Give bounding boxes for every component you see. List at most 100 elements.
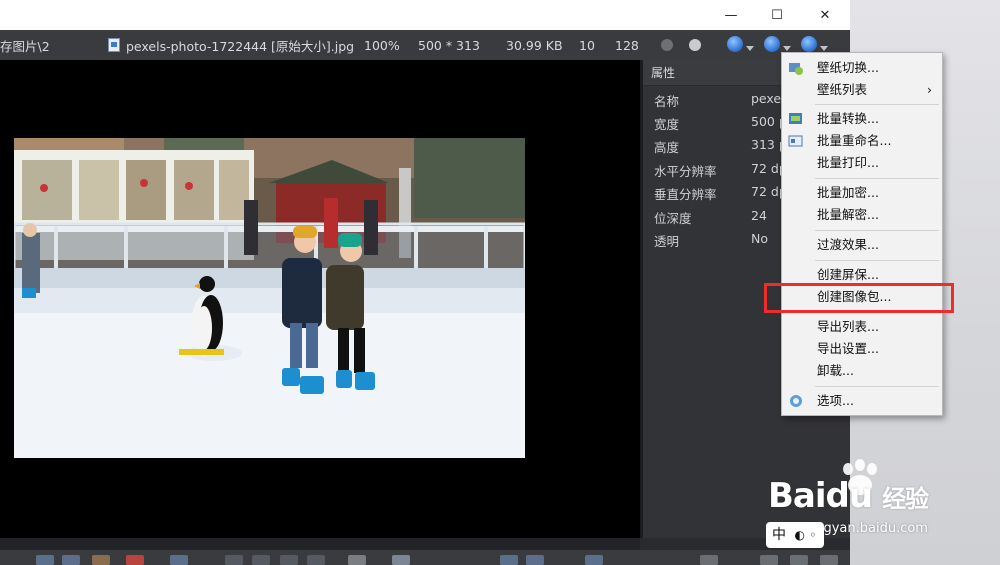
property-key: 垂直分辨率 (654, 187, 717, 202)
context-menu: 壁纸切换... 壁纸列表 › 批量转换... 批量重命名... 批量打印... … (781, 52, 943, 416)
toolbar-icon[interactable] (585, 555, 603, 565)
property-value: 24 (751, 208, 767, 223)
menu-item-wallpaper-list[interactable]: 壁纸列表 › (782, 79, 942, 101)
batch-convert-icon (789, 113, 802, 124)
minimize-icon: — (724, 7, 738, 23)
image-dimensions: 500 * 313 (418, 37, 480, 53)
horizontal-scrollbar[interactable] (0, 538, 640, 550)
toolbar-icon[interactable] (126, 555, 144, 565)
minimize-button[interactable]: — (708, 0, 754, 30)
toolbar-icon[interactable] (170, 555, 188, 565)
menu-item-label: 批量转换... (817, 111, 879, 126)
menu-item-batch-decrypt[interactable]: 批量解密... (782, 204, 942, 226)
menu-item-wallpaper-switch[interactable]: 壁纸切换... (782, 57, 942, 79)
info-value-a: 10 (579, 37, 595, 53)
toolbar-icon[interactable] (500, 555, 518, 565)
zoom-level: 100% (364, 37, 400, 53)
file-name: pexels-photo-1722444 [原始大小].jpg (126, 38, 355, 54)
menu-item-batch-convert[interactable]: 批量转换... (782, 108, 942, 130)
toolbar-icon[interactable] (700, 555, 718, 565)
menu-item-label: 壁纸切换... (817, 60, 879, 75)
menu-item-export-list[interactable]: 导出列表... (782, 316, 942, 338)
property-value: pexels (751, 91, 785, 106)
toolbar-icon[interactable] (790, 555, 808, 565)
menu-item-label: 壁纸列表 (817, 82, 868, 97)
maximize-button[interactable]: ☐ (754, 0, 800, 30)
file-size: 30.99 KB (506, 37, 563, 53)
watermark-url: jingyan.baidu.com (808, 521, 928, 536)
property-key: 水平分辨率 (654, 164, 717, 179)
menu-separator (815, 386, 939, 387)
batch-rename-icon (788, 135, 803, 147)
property-key: 宽度 (654, 117, 680, 132)
menu-item-batch-encrypt[interactable]: 批量加密... (782, 182, 942, 204)
property-value: 313 p (751, 137, 785, 152)
menu-item-label: 选项... (817, 393, 854, 408)
watermark-brand: Baidu 经验 (768, 476, 929, 516)
ime-moon-icon: ◐ (794, 528, 805, 542)
menu-item-label: 批量加密... (817, 185, 879, 200)
menu-item-label: 批量打印... (817, 155, 879, 170)
toolbar-icon[interactable] (62, 555, 80, 565)
file-icon (108, 38, 120, 52)
next-image-icon[interactable] (280, 555, 298, 565)
last-image-icon[interactable] (307, 555, 325, 565)
property-value: 500 p (751, 114, 785, 129)
menu-separator (815, 230, 939, 231)
menu-item-batch-print[interactable]: 批量打印... (782, 152, 942, 174)
toolbar-icon[interactable] (820, 555, 838, 565)
submenu-arrow-icon: › (927, 82, 932, 97)
property-value: 72 dp (751, 184, 785, 199)
property-key: 名称 (654, 94, 680, 109)
property-key: 透明 (654, 234, 680, 249)
ime-settings-icon: ◦ (809, 528, 817, 542)
dropdown-arrow-icon (746, 45, 754, 51)
menu-item-label: 创建屏保... (817, 267, 879, 282)
toolbar-icon[interactable] (36, 555, 54, 565)
maximize-icon: ☐ (771, 7, 783, 23)
info-value-b: 128 (615, 37, 639, 53)
dropdown-arrow-icon (820, 45, 828, 51)
first-image-icon[interactable] (225, 555, 243, 565)
info-bar: 存图片\2 pexels-photo-1722444 [原始大小].jpg 10… (0, 30, 850, 60)
status-dot-icon (661, 39, 673, 51)
toolbar-icon[interactable] (760, 555, 778, 565)
ime-indicator[interactable]: 中 ◐ ◦ (766, 522, 824, 548)
property-value: 72 dp (751, 161, 785, 176)
image-viewer-window: — ☐ ✕ 存图片\2 pexels-photo-1722444 [原始大小].… (0, 0, 850, 565)
status-dot-light-icon (689, 39, 701, 51)
menu-item-transition-effect[interactable]: 过渡效果... (782, 234, 942, 256)
toolbar-icon[interactable] (92, 555, 110, 565)
menu-separator (815, 260, 939, 261)
ime-mode-label: 中 (772, 527, 786, 543)
dropdown-arrow-icon (783, 45, 791, 51)
ice-skating-photo-image (14, 138, 525, 458)
annotation-highlight-box (764, 283, 954, 313)
menu-item-label: 卸载... (817, 363, 854, 378)
menu-item-label: 导出设置... (817, 341, 879, 356)
globe-icon (727, 35, 743, 52)
zoom-icon[interactable] (392, 555, 410, 565)
menu-item-export-settings[interactable]: 导出设置... (782, 338, 942, 360)
globe-icon (801, 35, 817, 52)
previous-image-icon[interactable] (252, 555, 270, 565)
wallpaper-icon (789, 63, 803, 75)
globe-icon (764, 35, 780, 52)
settings-gear-icon[interactable] (348, 555, 366, 565)
menu-item-label: 批量解密... (817, 207, 879, 222)
title-bar: — ☐ ✕ (0, 0, 850, 30)
property-key: 高度 (654, 140, 680, 155)
property-key: 位深度 (654, 211, 692, 226)
menu-item-label: 过渡效果... (817, 237, 879, 252)
toolbar-button-1[interactable] (727, 35, 754, 55)
toolbar-icon[interactable] (526, 555, 544, 565)
menu-item-label: 导出列表... (817, 319, 879, 334)
property-value: No (751, 231, 768, 246)
close-icon: ✕ (819, 7, 831, 23)
menu-item-options[interactable]: 选项... (782, 390, 942, 412)
menu-separator (815, 178, 939, 179)
close-button[interactable]: ✕ (802, 0, 848, 30)
menu-item-batch-rename[interactable]: 批量重命名... (782, 130, 942, 152)
menu-item-uninstall[interactable]: 卸载... (782, 360, 942, 382)
options-icon (790, 395, 802, 407)
